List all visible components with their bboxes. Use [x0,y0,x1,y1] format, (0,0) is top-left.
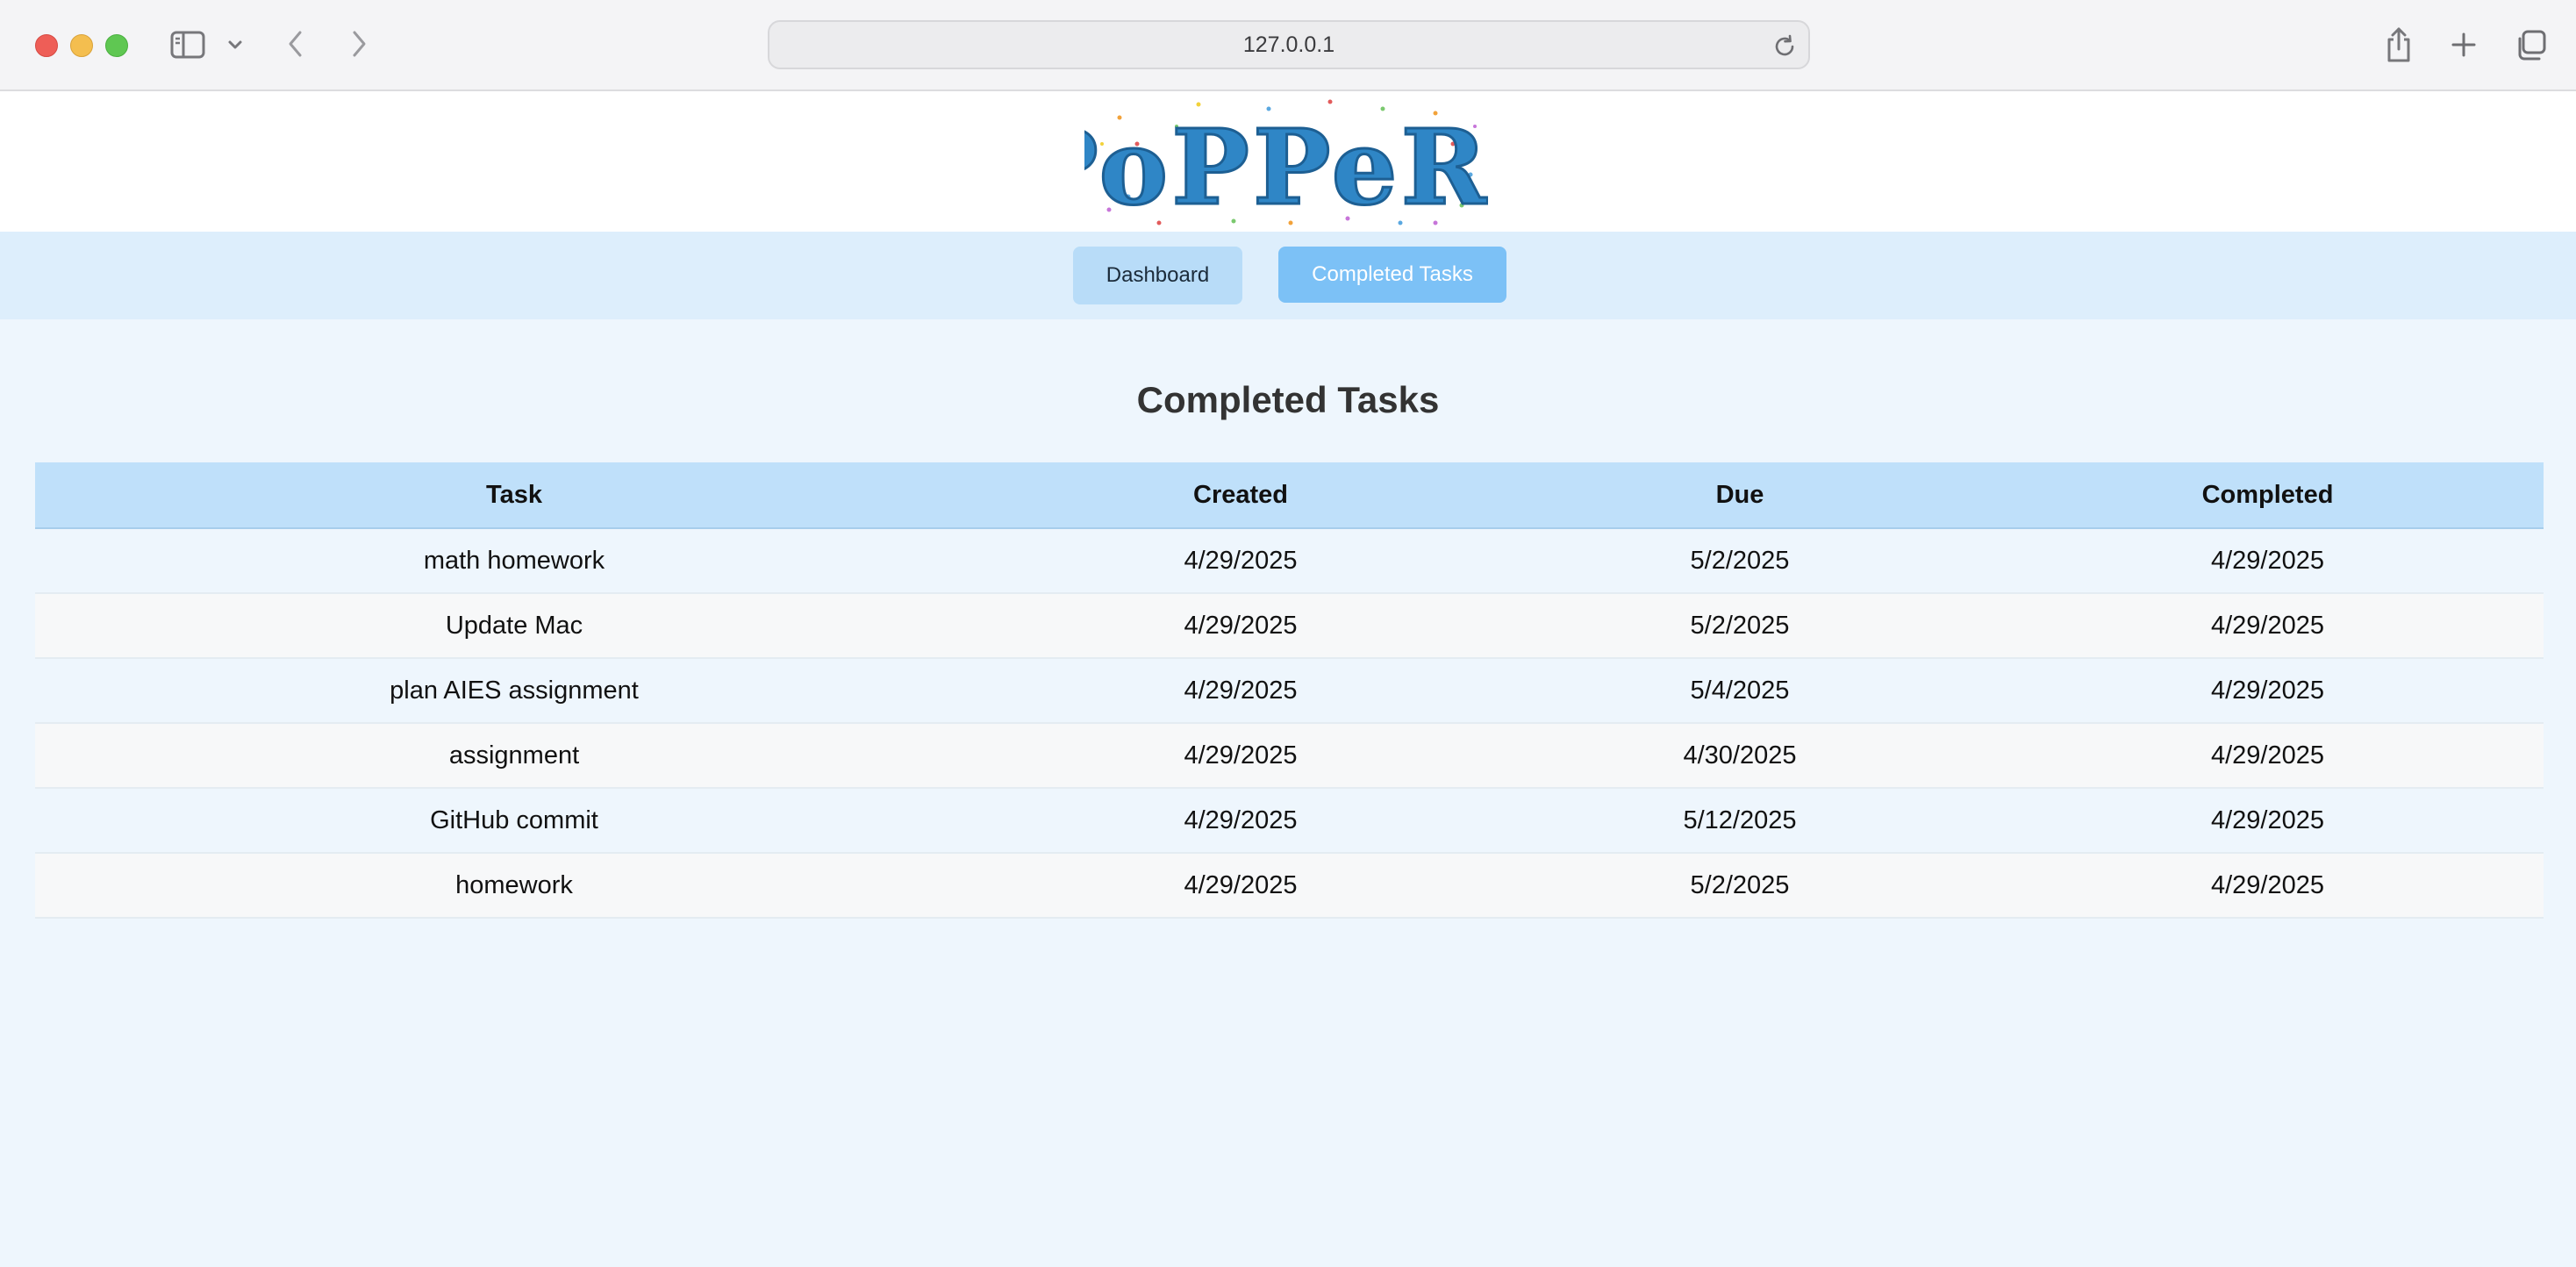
completed-tasks-button[interactable]: Completed Tasks [1278,247,1506,303]
due-cell: 5/4/2025 [1488,658,1992,724]
close-window-button[interactable] [35,34,58,57]
chevron-down-icon[interactable] [225,32,246,58]
poppers-logo[interactable]: PoPPeRs [1084,91,1488,233]
completed-cell: 4/29/2025 [1992,853,2544,919]
sidebar-icon[interactable] [168,28,207,61]
back-icon[interactable] [283,26,309,61]
task-cell: assignment [35,723,993,789]
completed-cell: 4/29/2025 [1992,593,2544,659]
table-header-row: Task Created Due Completed [35,462,2544,529]
due-cell: 5/12/2025 [1488,788,1992,854]
task-cell: math homework [35,528,993,594]
task-cell: plan AIES assignment [35,658,993,724]
tabs-icon[interactable] [2513,28,2548,63]
minimize-window-button[interactable] [70,34,93,57]
task-cell: GitHub commit [35,788,993,854]
site-header: PoPPeRs [0,91,2576,232]
task-cell: Update Mac [35,593,993,659]
plus-icon[interactable] [2448,28,2479,61]
dashboard-button[interactable]: Dashboard [1073,247,1242,304]
column-header-completed[interactable]: Completed [1992,462,2544,529]
created-cell: 4/29/2025 [993,593,1488,659]
nav-bar: Dashboard Completed Tasks [0,232,2576,319]
table-row: Update Mac 4/29/2025 5/2/2025 4/29/2025 [35,593,2544,659]
created-cell: 4/29/2025 [993,658,1488,724]
zoom-window-button[interactable] [105,34,128,57]
table-row: assignment 4/29/2025 4/30/2025 4/29/2025 [35,723,2544,789]
task-cell: homework [35,853,993,919]
completed-cell: 4/29/2025 [1992,788,2544,854]
browser-toolbar: 127.0.0.1 [0,0,2576,91]
created-cell: 4/29/2025 [993,853,1488,919]
logo-text: PoPPeRs [1084,106,1488,228]
completed-cell: 4/29/2025 [1992,658,2544,724]
completed-cell: 4/29/2025 [1992,528,2544,594]
created-cell: 4/29/2025 [993,723,1488,789]
column-header-task[interactable]: Task [35,462,993,529]
table-row: math homework 4/29/2025 5/2/2025 4/29/20… [35,528,2544,594]
reload-icon[interactable] [1771,33,1798,60]
completed-tasks-table: Task Created Due Completed math homework… [35,462,2544,919]
address-bar[interactable]: 127.0.0.1 [768,20,1810,69]
share-icon[interactable] [2383,25,2415,65]
url-text: 127.0.0.1 [1242,32,1335,57]
due-cell: 4/30/2025 [1488,723,1992,789]
created-cell: 4/29/2025 [993,528,1488,594]
due-cell: 5/2/2025 [1488,528,1992,594]
column-header-due[interactable]: Due [1488,462,1992,529]
table-row: plan AIES assignment 4/29/2025 5/4/2025 … [35,658,2544,724]
due-cell: 5/2/2025 [1488,853,1992,919]
forward-icon[interactable] [346,26,372,61]
column-header-created[interactable]: Created [993,462,1488,529]
table-row: GitHub commit 4/29/2025 5/12/2025 4/29/2… [35,788,2544,854]
due-cell: 5/2/2025 [1488,593,1992,659]
page-title: Completed Tasks [1136,379,1440,420]
table-row: homework 4/29/2025 5/2/2025 4/29/2025 [35,853,2544,919]
created-cell: 4/29/2025 [993,788,1488,854]
completed-cell: 4/29/2025 [1992,723,2544,789]
